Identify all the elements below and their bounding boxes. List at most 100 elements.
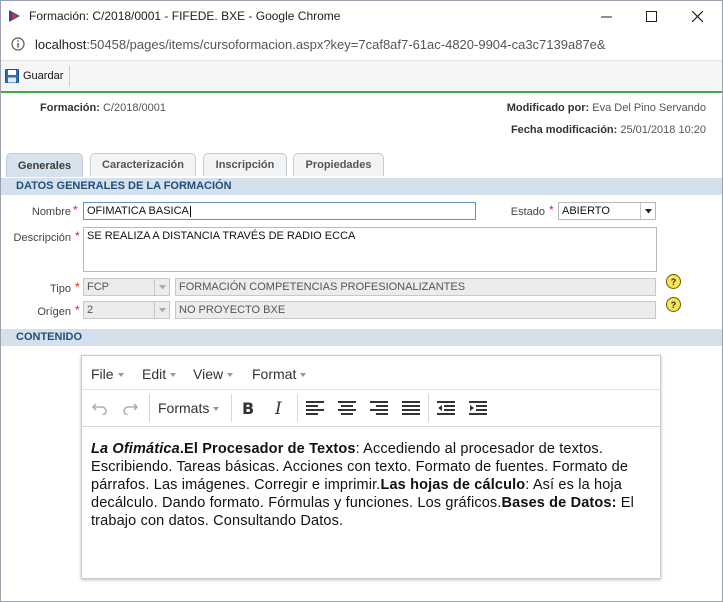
tipo-code-value: FCP <box>87 281 109 293</box>
maximize-button[interactable] <box>628 1 674 32</box>
origen-code-value: 2 <box>87 304 94 316</box>
origen-label-text: Orígen <box>37 306 71 318</box>
app-toolbar: Guardar <box>1 60 722 93</box>
align-right-icon <box>370 401 388 415</box>
descripcion-value: SE REALIZA A DISTANCIA TRAVÉS DE RADIO E… <box>87 230 356 242</box>
tab-inscripcion[interactable]: Inscripción <box>203 153 287 176</box>
minimize-button[interactable] <box>583 1 629 32</box>
save-label: Guardar <box>23 70 64 82</box>
redo-icon <box>123 403 138 415</box>
align-left-icon <box>306 401 324 415</box>
align-right-button[interactable] <box>369 398 389 418</box>
close-button[interactable] <box>674 1 720 32</box>
tipo-label: Tipo <box>1 283 71 295</box>
nombre-label-text: Nombre <box>31 206 71 218</box>
required-mark: * <box>75 303 80 317</box>
dropdown-arrow <box>154 302 169 318</box>
url-path: :50458/pages/items/cursoformacion.aspx?k… <box>86 37 606 52</box>
chevron-down-icon <box>644 208 652 213</box>
nombre-label: Nombre <box>1 206 71 218</box>
required-mark: * <box>549 203 554 217</box>
formacion-label: Formación: <box>40 102 100 114</box>
info-icon[interactable] <box>11 37 25 51</box>
nombre-input[interactable]: OFIMATICA BASICA <box>83 202 476 220</box>
menu-file[interactable]: File <box>91 366 124 382</box>
align-center-icon <box>338 401 356 415</box>
formacion-code: Formación: C/2018/0001 <box>40 102 166 114</box>
caret-down-icon <box>213 407 220 412</box>
address-bar[interactable]: localhost:50458/pages/items/cursoformaci… <box>1 32 722 58</box>
caret-down-icon <box>300 373 307 378</box>
redo-button[interactable] <box>120 398 140 418</box>
toolbar-separator <box>149 394 150 422</box>
estado-label: Estado <box>481 206 545 218</box>
rich-text-editor: File Edit View Format Formats B I La Ofi… <box>81 355 661 579</box>
indent-button[interactable] <box>468 398 488 418</box>
app-logo-icon <box>9 10 20 22</box>
tab-propiedades[interactable]: Propiedades <box>293 153 384 176</box>
menu-view[interactable]: View <box>193 366 234 382</box>
help-icon-tipo[interactable]: ? <box>666 274 681 289</box>
estado-select[interactable]: ABIERTO <box>558 202 656 220</box>
align-left-button[interactable] <box>305 398 325 418</box>
chevron-down-icon <box>158 307 166 312</box>
dropdown-arrow[interactable] <box>640 203 655 219</box>
formats-dropdown[interactable]: Formats <box>158 400 220 416</box>
menu-edit-label: Edit <box>142 366 167 382</box>
editor-toolbar: Formats B I <box>82 390 660 427</box>
outdent-button[interactable] <box>436 398 456 418</box>
editor-content[interactable]: La Ofimática.El Procesador de Textos: Ac… <box>91 440 653 530</box>
formats-label: Formats <box>158 400 210 416</box>
required-mark: * <box>73 203 78 217</box>
menu-format[interactable]: Format <box>252 366 307 382</box>
origen-desc-value: NO PROYECTO BXE <box>179 304 286 316</box>
browser-window: Formación: C/2018/0001 - FIFEDE. BXE - G… <box>0 0 723 602</box>
descripcion-label: Descripción <box>1 232 71 244</box>
help-glyph: ? <box>670 299 677 310</box>
content-bold-heading: Bases de Datos: <box>501 495 617 511</box>
tipo-desc-value: FORMACIÓN COMPETENCIAS PROFESIONALIZANTE… <box>179 281 466 293</box>
dropdown-arrow <box>154 279 169 295</box>
menu-format-label: Format <box>252 366 297 382</box>
align-justify-icon <box>402 401 420 415</box>
editor-menubar: File Edit View Format <box>82 356 660 390</box>
nombre-value: OFIMATICA BASICA <box>87 205 189 217</box>
estado-value: ABIERTO <box>562 205 610 217</box>
maximize-icon <box>645 11 657 22</box>
align-center-button[interactable] <box>337 398 357 418</box>
modified-date-value: 25/01/2018 10:20 <box>620 124 706 136</box>
outdent-icon <box>437 401 455 415</box>
window-title: Formación: C/2018/0001 - FIFEDE. BXE - G… <box>29 9 341 23</box>
tab-generales[interactable]: Generales <box>6 153 83 177</box>
save-button[interactable]: Guardar <box>5 66 71 86</box>
chevron-down-icon <box>158 284 166 289</box>
indent-icon <box>469 401 487 415</box>
origen-description: NO PROYECTO BXE <box>175 301 656 319</box>
floppy-disk-icon <box>5 69 19 83</box>
italic-icon: I <box>274 400 282 416</box>
text-cursor <box>189 205 191 217</box>
title-bar: Formación: C/2018/0001 - FIFEDE. BXE - G… <box>1 1 722 32</box>
toolbar-separator <box>297 394 298 422</box>
close-icon <box>691 11 703 22</box>
caret-down-icon <box>170 373 177 378</box>
italic-button[interactable]: I <box>270 398 290 418</box>
url-host: localhost <box>35 37 87 52</box>
formacion-value: C/2018/0001 <box>102 102 166 114</box>
menu-edit[interactable]: Edit <box>142 366 177 382</box>
undo-button[interactable] <box>90 398 110 418</box>
minimize-icon <box>600 16 612 18</box>
descripcion-textarea[interactable]: SE REALIZA A DISTANCIA TRAVÉS DE RADIO E… <box>83 227 657 272</box>
menu-file-label: File <box>91 366 114 382</box>
bold-button[interactable]: B <box>238 398 258 418</box>
modified-date: Fecha modificación: 25/01/2018 10:20 <box>511 124 706 136</box>
tipo-label-text: Tipo <box>50 283 71 295</box>
help-icon-origen[interactable]: ? <box>666 297 681 312</box>
modified-by-label: Modificado por: <box>506 102 590 114</box>
modified-by-value: Eva Del Pino Servando <box>592 102 706 114</box>
bold-icon: B <box>242 400 254 416</box>
modified-date-label: Fecha modificación: <box>510 124 618 136</box>
url-text[interactable]: localhost:50458/pages/items/cursoformaci… <box>35 37 606 52</box>
justify-button[interactable] <box>401 398 421 418</box>
tab-caracterizacion[interactable]: Caracterización <box>90 153 196 176</box>
